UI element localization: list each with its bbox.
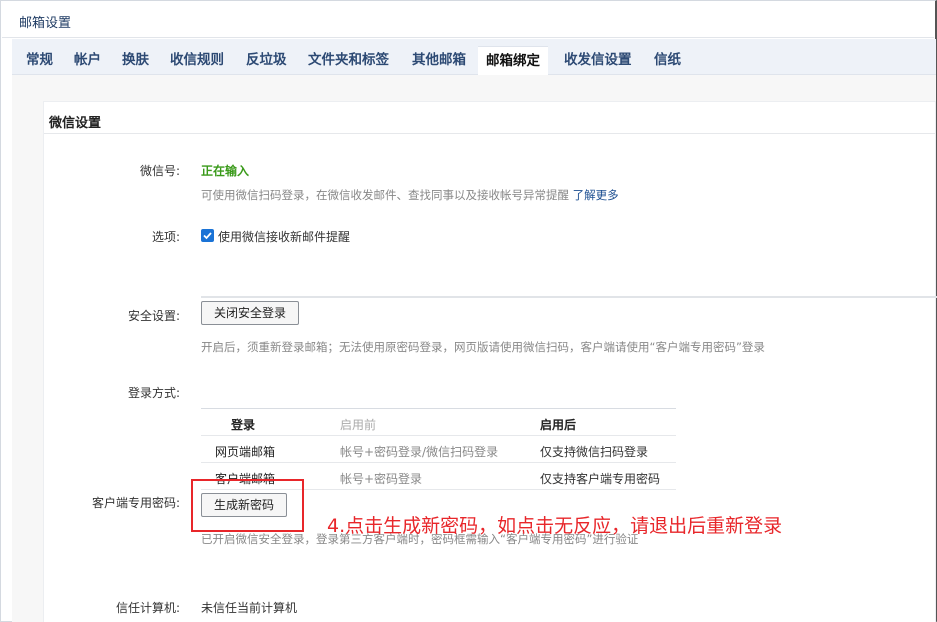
checkmark-icon — [203, 232, 212, 240]
tab-folders-labels[interactable]: 文件夹和标签 — [300, 46, 397, 75]
learn-more-link[interactable]: 了解更多 — [573, 188, 619, 202]
security-hint: 开启后，须重新登录邮箱；无法使用原密码登录，网页版请使用微信扫码，客户端请使用“… — [201, 340, 765, 354]
tab-send-receive[interactable]: 收发信设置 — [556, 46, 640, 75]
settings-window: 邮箱设置 常规 帐户 换肤 收信规则 反垃圾 文件夹和标签 其他邮箱 邮箱绑定 … — [0, 0, 937, 622]
wechat-status: 正在输入 — [201, 164, 250, 178]
table-cell: 帐号+密码登录 — [340, 472, 423, 486]
trusted-computer-value: 未信任当前计算机 — [201, 601, 298, 615]
trusted-computer-label: 信任计算机: — [115, 601, 180, 615]
close-secure-login-button[interactable]: 关闭安全登录 — [201, 301, 300, 325]
table-row: 网页端邮箱 帐号+密码登录/微信扫码登录 仅支持微信扫码登录 — [201, 436, 676, 463]
highlight-box — [191, 479, 304, 532]
tab-other-mailbox[interactable]: 其他邮箱 — [404, 46, 474, 75]
tab-anti-spam[interactable]: 反垃圾 — [238, 46, 295, 75]
tab-skin[interactable]: 换肤 — [114, 46, 157, 75]
new-mail-reminder-label: 使用微信接收新邮件提醒 — [218, 230, 351, 244]
tab-stationery[interactable]: 信纸 — [646, 46, 689, 75]
content-area: 微信设置 微信号: 正在输入 可使用微信扫码登录，在微信收发邮件、查找同事以及接… — [12, 75, 937, 622]
table-cell: 网页端邮箱 — [215, 445, 276, 459]
section-divider — [44, 133, 935, 134]
annotation-text: 4.点击生成新密码，如点击无反应，请退出后重新登录 — [327, 515, 783, 537]
login-method-label: 登录方式: — [127, 386, 180, 400]
table-header-row: 登录 启用前 启用后 — [201, 408, 676, 436]
table-header-cell: 登录 — [231, 418, 256, 432]
wechat-label: 微信号: — [139, 164, 180, 178]
window-title: 邮箱设置 — [19, 16, 72, 31]
tabs-bar: 常规 帐户 换肤 收信规则 反垃圾 文件夹和标签 其他邮箱 邮箱绑定 收发信设置… — [12, 39, 936, 75]
wechat-hint-text: 可使用微信扫码登录，在微信收发邮件、查找同事以及接收帐号异常提醒 — [201, 188, 569, 202]
table-cell: 帐号+密码登录/微信扫码登录 — [340, 445, 499, 459]
wechat-hint: 可使用微信扫码登录，在微信收发邮件、查找同事以及接收帐号异常提醒 了解更多 — [201, 187, 619, 203]
tab-mailbox-binding[interactable]: 邮箱绑定 — [478, 46, 548, 75]
table-cell: 仅支持微信扫码登录 — [540, 445, 649, 459]
table-cell: 仅支持客户端专用密码 — [540, 472, 661, 486]
options-label: 选项: — [151, 230, 180, 244]
login-method-table: 登录 启用前 启用后 网页端邮箱 帐号+密码登录/微信扫码登录 仅支持微信扫码登… — [201, 408, 676, 490]
security-label: 安全设置: — [127, 309, 180, 323]
table-header-cell: 启用后 — [540, 418, 577, 432]
table-header-cell: 启用前 — [340, 418, 377, 432]
new-mail-reminder-checkbox[interactable] — [201, 229, 214, 242]
tab-general[interactable]: 常规 — [18, 46, 61, 75]
options-divider — [201, 296, 937, 298]
tab-account[interactable]: 帐户 — [66, 46, 109, 75]
wechat-settings-panel: 微信设置 微信号: 正在输入 可使用微信扫码登录，在微信收发邮件、查找同事以及接… — [43, 101, 937, 622]
section-title: 微信设置 — [49, 116, 102, 131]
tab-receive-rules[interactable]: 收信规则 — [162, 46, 232, 75]
client-password-label: 客户端专用密码: — [91, 496, 180, 510]
title-bar: 邮箱设置 — [2, 2, 934, 38]
